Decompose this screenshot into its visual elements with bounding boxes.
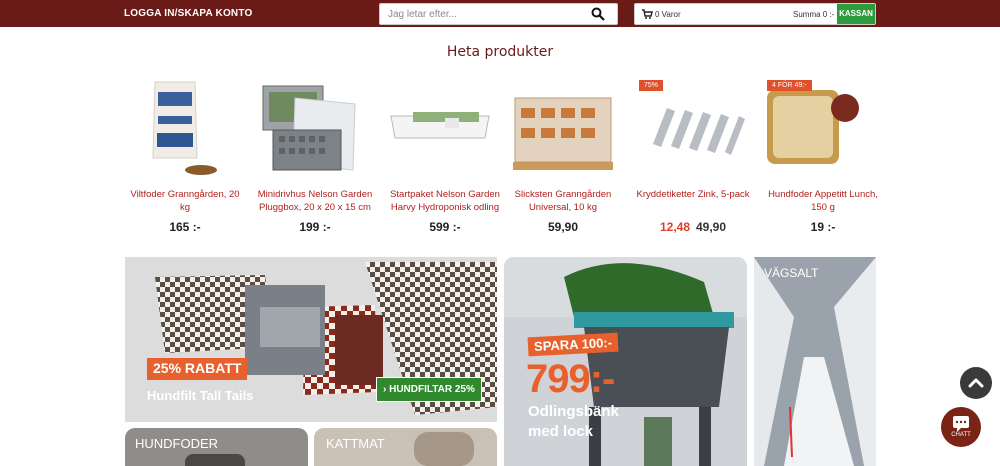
banner-image bbox=[185, 454, 245, 466]
banner-price: 799:- bbox=[526, 357, 615, 401]
banner-tall-tails[interactable]: 25% RABATT Hundfilt Tall Tails › HUNDFIL… bbox=[125, 257, 497, 422]
vagsalt-label: VÄGSALT bbox=[764, 266, 819, 280]
search-icon[interactable] bbox=[591, 7, 605, 21]
chevron-up-icon bbox=[968, 378, 984, 388]
checkout-button[interactable]: KASSAN bbox=[837, 4, 875, 24]
product-price: 199 :- bbox=[299, 220, 331, 234]
banner-odlingsbank[interactable]: SPARA 100:- 799:- Odlingsbänk med lock bbox=[504, 257, 747, 466]
banner-vagsalt[interactable]: VÄGSALT bbox=[754, 257, 876, 466]
cart-sum: Summa 0 :- bbox=[793, 10, 835, 19]
chat-button[interactable]: CHATT bbox=[941, 407, 981, 447]
hundfoder-label: HUNDFODER bbox=[135, 436, 219, 451]
product-image bbox=[152, 81, 217, 175]
discount-tag: 25% RABATT bbox=[147, 358, 248, 380]
product-name[interactable]: Minidrivhus Nelson Garden Pluggbox, 20 x… bbox=[255, 188, 375, 214]
discount-text: 25% RABATT bbox=[153, 360, 242, 376]
banner-image bbox=[754, 257, 876, 466]
chat-bubble-icon bbox=[953, 416, 969, 432]
section-title: Heta produkter bbox=[446, 44, 554, 60]
product-name[interactable]: Kryddetiketter Zink, 5-pack bbox=[633, 188, 753, 201]
cart-icon bbox=[642, 9, 653, 19]
banner-line2: med lock bbox=[528, 423, 594, 440]
old-price: 49,90 bbox=[696, 220, 727, 234]
banner-image bbox=[414, 432, 474, 466]
login-link[interactable]: LOGGA IN/SKAPA KONTO bbox=[124, 8, 252, 19]
cart-count: 0 Varor bbox=[655, 10, 681, 19]
chat-label: CHATT bbox=[951, 432, 971, 438]
product-price: 599 :- bbox=[429, 220, 461, 234]
sale-price: 12,48 bbox=[659, 220, 690, 234]
cart-widget[interactable]: 0 Varor Summa 0 :- KASSAN bbox=[634, 3, 876, 25]
product-name[interactable]: Viltfoder Granngården, 20 kg bbox=[125, 188, 245, 214]
product-image bbox=[262, 85, 356, 171]
product-image bbox=[390, 112, 490, 139]
product-price: 19 :- bbox=[810, 220, 836, 234]
product-price: 165 :- bbox=[169, 220, 201, 234]
hundfiltar-button[interactable]: › HUNDFILTAR 25% bbox=[376, 377, 482, 402]
product-price: 59,90 bbox=[547, 220, 579, 234]
banner-line1: Odlingsbänk bbox=[528, 403, 619, 420]
product-image bbox=[767, 90, 859, 164]
product-name[interactable]: Startpaket Nelson Garden Harvy Hydroponi… bbox=[385, 188, 505, 214]
banner-subtitle: Hundfilt Tall Tails bbox=[147, 388, 254, 403]
scroll-top-button[interactable] bbox=[960, 367, 992, 399]
kattmat-label: KATTMAT bbox=[326, 436, 385, 451]
search-input[interactable] bbox=[380, 4, 580, 24]
product-name[interactable]: Slicksten Granngården Universal, 10 kg bbox=[503, 188, 623, 214]
discount-badge: 75% bbox=[639, 80, 664, 91]
banner-kattmat[interactable]: KATTMAT bbox=[314, 428, 497, 466]
search-box bbox=[379, 3, 618, 25]
banner-hundfoder[interactable]: HUNDFODER bbox=[125, 428, 308, 466]
product-name[interactable]: Hundfoder Appetitt Lunch, 150 g bbox=[763, 188, 883, 214]
product-price: 12,48 49,90 bbox=[633, 220, 753, 234]
product-image bbox=[653, 108, 745, 155]
product-image bbox=[513, 97, 613, 170]
offer-badge: 4 FÖR 49:- bbox=[767, 80, 812, 91]
